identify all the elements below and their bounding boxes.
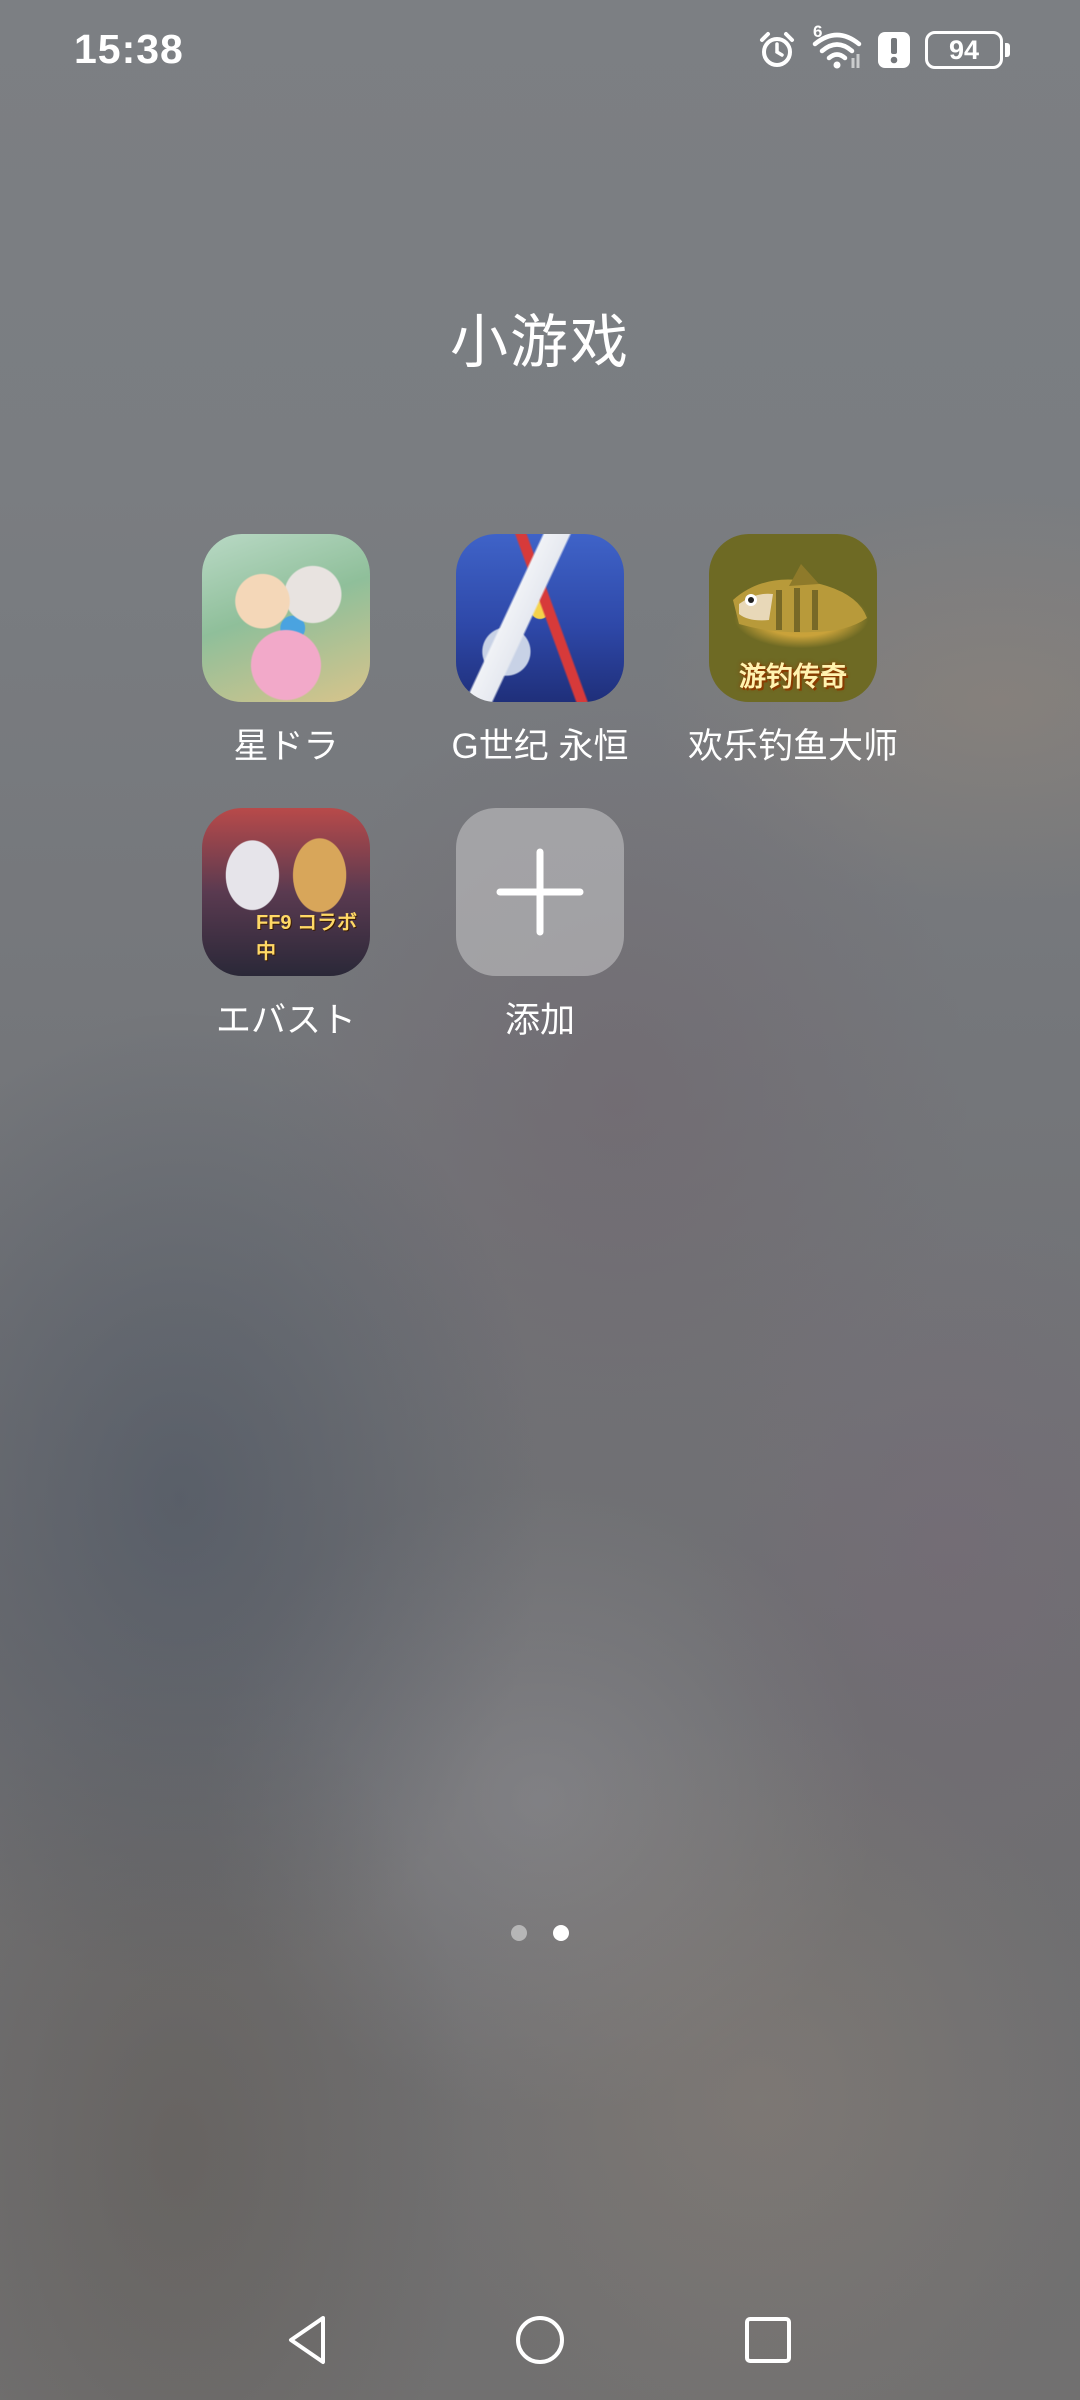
battery-icon: 94	[925, 31, 1003, 69]
collab-badge: FF9 コラボ中	[256, 912, 358, 963]
fishing-banner: 游钓传奇	[739, 662, 847, 692]
add-app-button[interactable]: 添加	[415, 808, 665, 1043]
app-label: 欢乐钓鱼大师	[687, 727, 898, 766]
fishing-master-icon[interactable]: 游钓传奇	[709, 534, 877, 702]
add-tile[interactable]	[456, 808, 624, 976]
status-icons: 6 94	[757, 22, 1010, 72]
page-indicator	[0, 1925, 1080, 1941]
app-g-generation[interactable]: G世纪 永恒	[415, 534, 665, 769]
home-icon	[516, 2316, 564, 2364]
back-button[interactable]	[268, 2300, 348, 2380]
back-icon	[289, 2316, 325, 2364]
clock: 15:38	[74, 26, 184, 72]
plus-icon	[496, 848, 584, 936]
app-fishing-master[interactable]: 游钓传奇 欢乐钓鱼大师	[668, 534, 918, 769]
wifi-badge: 6	[813, 22, 823, 41]
recents-icon	[745, 2317, 791, 2363]
battery-tip	[1005, 43, 1010, 57]
folder-title[interactable]: 小游戏	[0, 295, 1080, 379]
g-generation-icon[interactable]	[456, 534, 624, 702]
eba-story-icon[interactable]: FF9 コラボ中	[202, 808, 370, 976]
app-eba-story[interactable]: FF9 コラボ中 エバスト	[161, 808, 411, 1043]
alert-icon	[877, 31, 911, 69]
status-bar: 15:38 6 94	[0, 0, 1080, 100]
recents-button[interactable]	[728, 2300, 808, 2380]
hoshi-dora-icon[interactable]	[202, 534, 370, 702]
app-label: 添加	[504, 1001, 575, 1040]
navigation-bar	[0, 2300, 1080, 2380]
app-hoshi-dora[interactable]: 星ドラ	[161, 534, 411, 769]
wifi-icon: 6	[811, 22, 863, 70]
battery-level: 94	[948, 34, 980, 65]
app-label: 星ドラ	[233, 727, 339, 766]
alarm-icon	[757, 30, 797, 70]
home-button[interactable]	[500, 2300, 580, 2380]
page-dot[interactable]	[511, 1925, 527, 1941]
app-label: G世纪 永恒	[451, 727, 629, 766]
app-label: エバスト	[215, 1001, 356, 1040]
battery-indicator: 94	[925, 31, 1010, 69]
page-dot-active[interactable]	[553, 1925, 569, 1941]
